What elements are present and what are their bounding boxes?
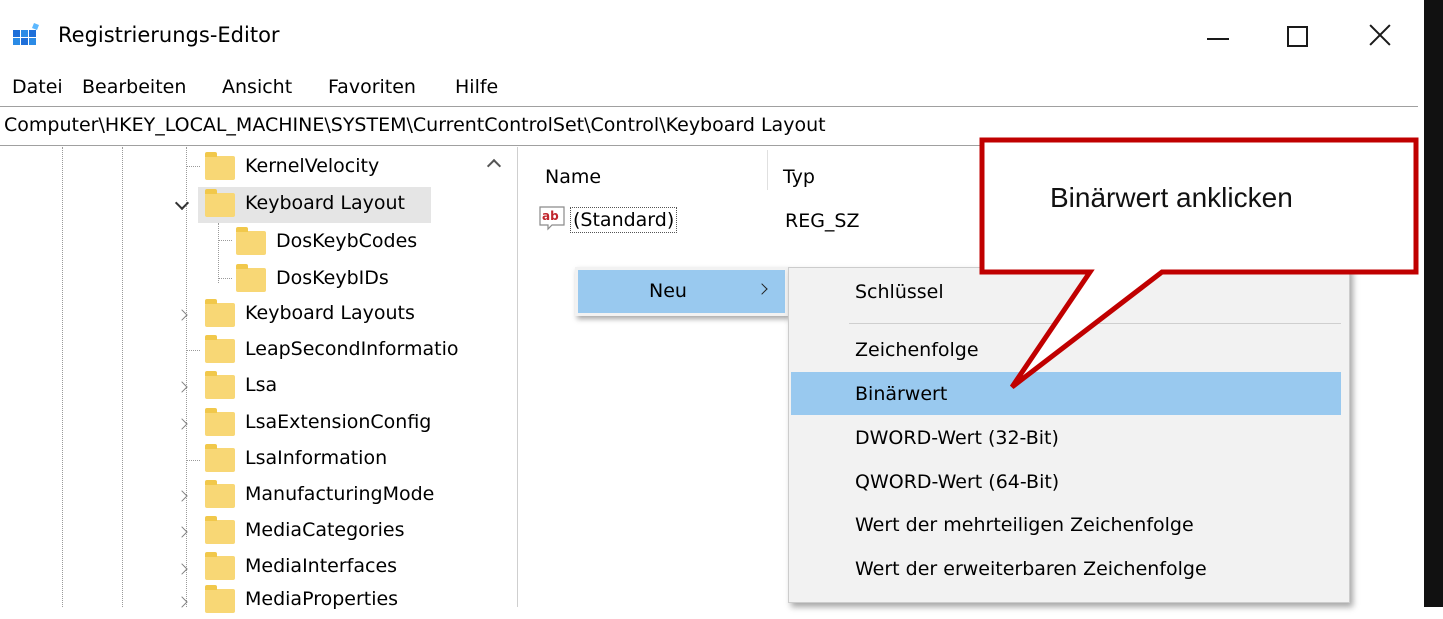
callout-text: Binärwert anklicken [1050,182,1293,213]
callout-box [979,137,1419,389]
